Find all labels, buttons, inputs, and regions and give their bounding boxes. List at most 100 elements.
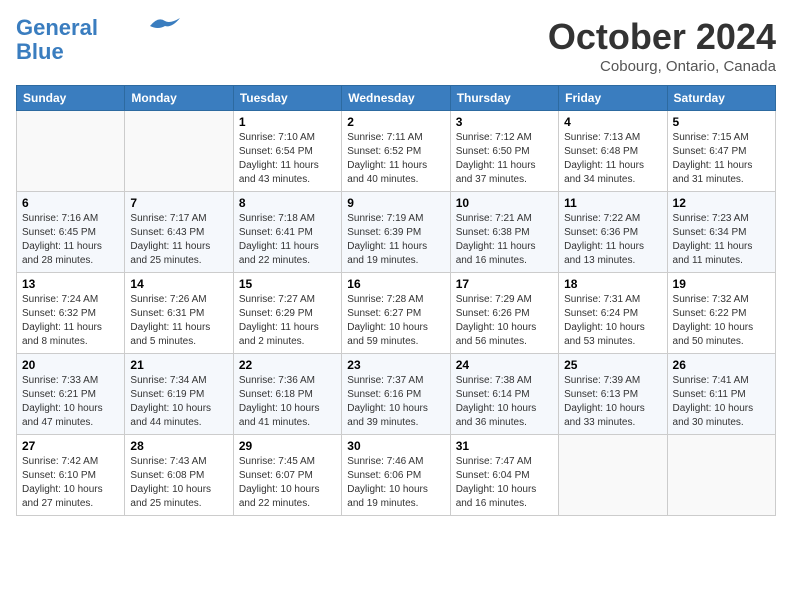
calendar-cell: 20 Sunrise: 7:33 AM Sunset: 6:21 PM Dayli… xyxy=(17,354,125,435)
calendar-cell: 19 Sunrise: 7:32 AM Sunset: 6:22 PM Dayli… xyxy=(667,273,775,354)
calendar-cell xyxy=(667,435,775,516)
page-header: General Blue October 2024 Cobourg, Ontar… xyxy=(16,16,776,75)
day-info: Sunrise: 7:38 AM Sunset: 6:14 PM Dayligh… xyxy=(456,374,553,430)
day-number: 27 xyxy=(22,439,119,453)
day-number: 3 xyxy=(456,115,553,129)
day-info: Sunrise: 7:42 AM Sunset: 6:10 PM Dayligh… xyxy=(22,455,119,511)
col-header-friday: Friday xyxy=(559,86,667,111)
calendar-cell: 31 Sunrise: 7:47 AM Sunset: 6:04 PM Dayli… xyxy=(450,435,558,516)
day-number: 20 xyxy=(22,358,119,372)
day-info: Sunrise: 7:21 AM Sunset: 6:38 PM Dayligh… xyxy=(456,212,553,268)
day-info: Sunrise: 7:46 AM Sunset: 6:06 PM Dayligh… xyxy=(347,455,444,511)
day-info: Sunrise: 7:19 AM Sunset: 6:39 PM Dayligh… xyxy=(347,212,444,268)
title-block: October 2024 Cobourg, Ontario, Canada xyxy=(548,16,776,75)
calendar-cell: 16 Sunrise: 7:28 AM Sunset: 6:27 PM Dayli… xyxy=(342,273,450,354)
calendar-cell: 14 Sunrise: 7:26 AM Sunset: 6:31 PM Dayli… xyxy=(125,273,233,354)
calendar-cell: 10 Sunrise: 7:21 AM Sunset: 6:38 PM Dayli… xyxy=(450,192,558,273)
col-header-tuesday: Tuesday xyxy=(233,86,341,111)
col-header-thursday: Thursday xyxy=(450,86,558,111)
day-number: 17 xyxy=(456,277,553,291)
calendar-cell: 13 Sunrise: 7:24 AM Sunset: 6:32 PM Dayli… xyxy=(17,273,125,354)
col-header-saturday: Saturday xyxy=(667,86,775,111)
day-info: Sunrise: 7:23 AM Sunset: 6:34 PM Dayligh… xyxy=(673,212,770,268)
day-number: 18 xyxy=(564,277,661,291)
day-info: Sunrise: 7:47 AM Sunset: 6:04 PM Dayligh… xyxy=(456,455,553,511)
day-info: Sunrise: 7:22 AM Sunset: 6:36 PM Dayligh… xyxy=(564,212,661,268)
day-info: Sunrise: 7:11 AM Sunset: 6:52 PM Dayligh… xyxy=(347,131,444,187)
day-info: Sunrise: 7:31 AM Sunset: 6:24 PM Dayligh… xyxy=(564,293,661,349)
day-info: Sunrise: 7:33 AM Sunset: 6:21 PM Dayligh… xyxy=(22,374,119,430)
day-info: Sunrise: 7:18 AM Sunset: 6:41 PM Dayligh… xyxy=(239,212,336,268)
day-number: 30 xyxy=(347,439,444,453)
day-number: 10 xyxy=(456,196,553,210)
calendar-table: SundayMondayTuesdayWednesdayThursdayFrid… xyxy=(16,85,776,516)
bird-icon xyxy=(150,16,180,34)
calendar-cell: 3 Sunrise: 7:12 AM Sunset: 6:50 PM Daylig… xyxy=(450,111,558,192)
calendar-cell: 7 Sunrise: 7:17 AM Sunset: 6:43 PM Daylig… xyxy=(125,192,233,273)
day-info: Sunrise: 7:39 AM Sunset: 6:13 PM Dayligh… xyxy=(564,374,661,430)
location-subtitle: Cobourg, Ontario, Canada xyxy=(548,58,776,75)
calendar-cell: 5Sunrise: 7:15 AM Sunset: 6:47 PM Daylig… xyxy=(667,111,775,192)
day-number: 23 xyxy=(347,358,444,372)
day-info: Sunrise: 7:37 AM Sunset: 6:16 PM Dayligh… xyxy=(347,374,444,430)
calendar-cell: 26 Sunrise: 7:41 AM Sunset: 6:11 PM Dayli… xyxy=(667,354,775,435)
day-info: Sunrise: 7:26 AM Sunset: 6:31 PM Dayligh… xyxy=(130,293,227,349)
day-info: Sunrise: 7:13 AM Sunset: 6:48 PM Dayligh… xyxy=(564,131,661,187)
day-number: 28 xyxy=(130,439,227,453)
day-number: 4 xyxy=(564,115,661,129)
day-info: Sunrise: 7:45 AM Sunset: 6:07 PM Dayligh… xyxy=(239,455,336,511)
day-number: 11 xyxy=(564,196,661,210)
calendar-cell: 30 Sunrise: 7:46 AM Sunset: 6:06 PM Dayli… xyxy=(342,435,450,516)
day-info: Sunrise: 7:17 AM Sunset: 6:43 PM Dayligh… xyxy=(130,212,227,268)
calendar-cell: 28 Sunrise: 7:43 AM Sunset: 6:08 PM Dayli… xyxy=(125,435,233,516)
calendar-cell: 29 Sunrise: 7:45 AM Sunset: 6:07 PM Dayli… xyxy=(233,435,341,516)
day-number: 7 xyxy=(130,196,227,210)
day-info: Sunrise: 7:16 AM Sunset: 6:45 PM Dayligh… xyxy=(22,212,119,268)
day-number: 26 xyxy=(673,358,770,372)
day-info: Sunrise: 7:24 AM Sunset: 6:32 PM Dayligh… xyxy=(22,293,119,349)
col-header-sunday: Sunday xyxy=(17,86,125,111)
day-number: 15 xyxy=(239,277,336,291)
day-number: 13 xyxy=(22,277,119,291)
col-header-wednesday: Wednesday xyxy=(342,86,450,111)
day-info: Sunrise: 7:15 AM Sunset: 6:47 PM Dayligh… xyxy=(673,131,770,187)
day-number: 19 xyxy=(673,277,770,291)
calendar-cell: 25 Sunrise: 7:39 AM Sunset: 6:13 PM Dayli… xyxy=(559,354,667,435)
day-info: Sunrise: 7:12 AM Sunset: 6:50 PM Dayligh… xyxy=(456,131,553,187)
calendar-cell: 24 Sunrise: 7:38 AM Sunset: 6:14 PM Dayli… xyxy=(450,354,558,435)
day-number: 14 xyxy=(130,277,227,291)
day-info: Sunrise: 7:28 AM Sunset: 6:27 PM Dayligh… xyxy=(347,293,444,349)
day-number: 24 xyxy=(456,358,553,372)
calendar-cell: 18 Sunrise: 7:31 AM Sunset: 6:24 PM Dayli… xyxy=(559,273,667,354)
calendar-cell: 6Sunrise: 7:16 AM Sunset: 6:45 PM Daylig… xyxy=(17,192,125,273)
col-header-monday: Monday xyxy=(125,86,233,111)
day-info: Sunrise: 7:34 AM Sunset: 6:19 PM Dayligh… xyxy=(130,374,227,430)
day-number: 8 xyxy=(239,196,336,210)
calendar-cell xyxy=(125,111,233,192)
calendar-cell xyxy=(559,435,667,516)
day-number: 1 xyxy=(239,115,336,129)
day-number: 21 xyxy=(130,358,227,372)
calendar-cell: 27 Sunrise: 7:42 AM Sunset: 6:10 PM Dayli… xyxy=(17,435,125,516)
calendar-cell: 12 Sunrise: 7:23 AM Sunset: 6:34 PM Dayli… xyxy=(667,192,775,273)
logo: General Blue xyxy=(16,16,180,64)
calendar-cell: 23 Sunrise: 7:37 AM Sunset: 6:16 PM Dayli… xyxy=(342,354,450,435)
calendar-cell: 15Sunrise: 7:27 AM Sunset: 6:29 PM Dayli… xyxy=(233,273,341,354)
calendar-cell: 17Sunrise: 7:29 AM Sunset: 6:26 PM Dayli… xyxy=(450,273,558,354)
day-number: 16 xyxy=(347,277,444,291)
calendar-cell: 21 Sunrise: 7:34 AM Sunset: 6:19 PM Dayli… xyxy=(125,354,233,435)
calendar-cell: 9Sunrise: 7:19 AM Sunset: 6:39 PM Daylig… xyxy=(342,192,450,273)
day-number: 12 xyxy=(673,196,770,210)
day-number: 25 xyxy=(564,358,661,372)
day-info: Sunrise: 7:32 AM Sunset: 6:22 PM Dayligh… xyxy=(673,293,770,349)
day-info: Sunrise: 7:43 AM Sunset: 6:08 PM Dayligh… xyxy=(130,455,227,511)
calendar-cell: 22 Sunrise: 7:36 AM Sunset: 6:18 PM Dayli… xyxy=(233,354,341,435)
day-info: Sunrise: 7:41 AM Sunset: 6:11 PM Dayligh… xyxy=(673,374,770,430)
calendar-cell xyxy=(17,111,125,192)
calendar-cell: 1Sunrise: 7:10 AM Sunset: 6:54 PM Daylig… xyxy=(233,111,341,192)
day-number: 31 xyxy=(456,439,553,453)
day-info: Sunrise: 7:36 AM Sunset: 6:18 PM Dayligh… xyxy=(239,374,336,430)
calendar-cell: 4 Sunrise: 7:13 AM Sunset: 6:48 PM Daylig… xyxy=(559,111,667,192)
day-number: 29 xyxy=(239,439,336,453)
day-number: 22 xyxy=(239,358,336,372)
